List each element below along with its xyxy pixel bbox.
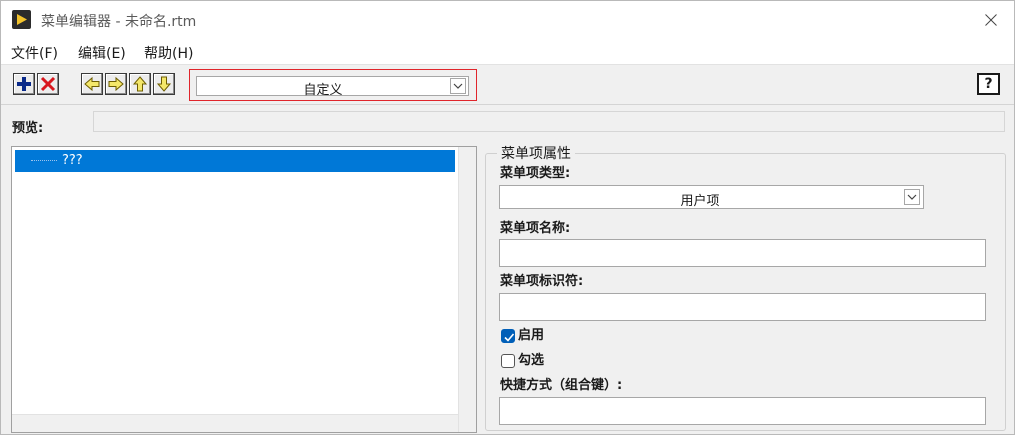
arrow-down-icon	[156, 76, 172, 92]
item-name-label: 菜单项名称:	[500, 221, 571, 236]
tree-item[interactable]: ???	[15, 150, 455, 172]
preview-bar	[93, 111, 1005, 132]
toolbar: 自定义 ?	[1, 65, 1014, 105]
item-properties-title: 菜单项属性	[497, 143, 575, 163]
window-title: 菜单编辑器 - 未命名.rtm	[41, 14, 197, 30]
move-left-button[interactable]	[81, 73, 103, 95]
move-up-button[interactable]	[129, 73, 151, 95]
checked-label[interactable]: 勾选	[518, 349, 544, 368]
close-button[interactable]	[968, 1, 1014, 39]
item-identifier-label: 菜单项标识符:	[500, 274, 584, 289]
checkmark-icon	[504, 333, 515, 342]
menu-tree[interactable]: ???	[11, 146, 477, 433]
chevron-down-icon[interactable]	[904, 189, 920, 205]
chevron-down-icon[interactable]	[450, 78, 466, 94]
title-bar: 菜单编辑器 - 未命名.rtm	[1, 1, 1014, 39]
delete-item-button[interactable]	[37, 73, 59, 95]
plus-icon	[17, 77, 31, 91]
arrow-left-icon	[84, 76, 100, 92]
tree-vertical-scrollbar[interactable]	[458, 147, 476, 432]
shortcut-input[interactable]	[499, 397, 986, 425]
close-icon	[985, 14, 997, 26]
tree-connector	[31, 160, 57, 161]
app-icon	[12, 10, 31, 29]
menu-editor-window: 菜单编辑器 - 未命名.rtm 文件(F) 编辑(E) 帮助(H) 自定义 ? …	[0, 0, 1015, 435]
menu-file[interactable]: 文件(F)	[11, 43, 58, 63]
item-type-value: 用户项	[680, 194, 720, 209]
menu-type-select[interactable]: 自定义	[196, 76, 469, 98]
menu-type-highlight: 自定义	[189, 69, 477, 101]
tree-horizontal-scrollbar[interactable]	[12, 414, 458, 432]
menu-bar: 文件(F) 编辑(E) 帮助(H)	[1, 39, 1014, 65]
item-type-label: 菜单项类型:	[500, 166, 571, 181]
item-identifier-input[interactable]	[499, 293, 986, 321]
shortcut-label: 快捷方式（组合键）:	[500, 378, 623, 393]
add-item-button[interactable]	[13, 73, 35, 95]
item-name-input[interactable]	[499, 239, 986, 267]
help-button[interactable]: ?	[977, 73, 1000, 95]
delete-x-icon	[40, 76, 56, 92]
tree-item-label: ???	[62, 153, 83, 168]
menu-edit[interactable]: 编辑(E)	[78, 43, 126, 63]
move-down-button[interactable]	[153, 73, 175, 95]
menu-type-value: 自定义	[303, 83, 343, 98]
arrow-up-icon	[132, 76, 148, 92]
preview-label: 预览:	[12, 121, 44, 136]
arrow-right-icon	[108, 76, 124, 92]
enabled-checkbox[interactable]	[501, 329, 515, 343]
item-type-select[interactable]: 用户项	[499, 185, 924, 209]
move-right-button[interactable]	[105, 73, 127, 95]
enabled-label[interactable]: 启用	[518, 324, 544, 343]
menu-help[interactable]: 帮助(H)	[144, 43, 193, 63]
checked-checkbox[interactable]	[501, 354, 515, 368]
